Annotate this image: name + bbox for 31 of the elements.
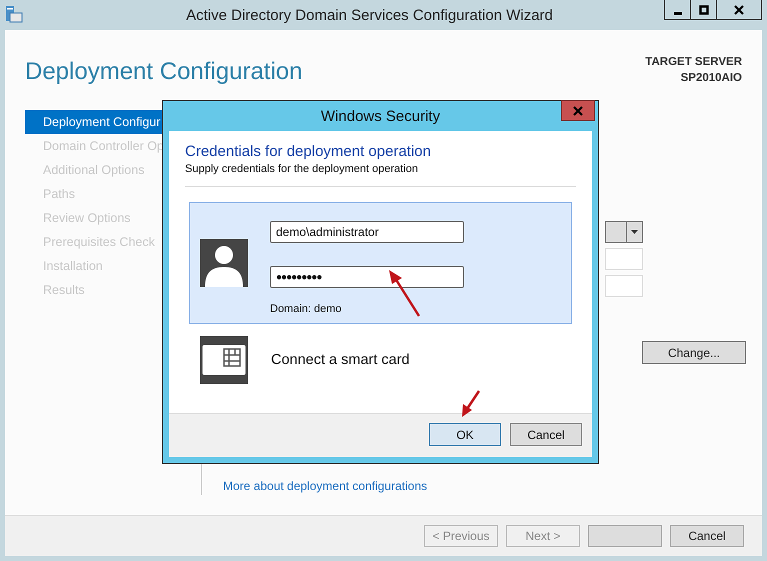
caret-icon (631, 230, 638, 234)
text-field[interactable] (605, 248, 643, 270)
annotation-arrow (459, 389, 483, 419)
dialog-button[interactable]: OK (429, 423, 501, 446)
minimize-icon (674, 12, 682, 14)
dialog-button[interactable]: Cancel (510, 423, 582, 446)
change-button[interactable]: Change... (642, 341, 746, 364)
page-heading: Deployment Configuration (25, 57, 302, 87)
credential-tile[interactable]: demo\administrator ●●●●●●●●● Domain: demo (189, 202, 572, 324)
dropdown[interactable] (605, 221, 643, 243)
smart-card-icon[interactable] (200, 336, 248, 384)
maximize-icon (698, 4, 708, 14)
username-field[interactable]: demo\administrator (270, 221, 464, 243)
close-button[interactable] (716, 0, 762, 20)
dialog-title: Windows Security (320, 108, 440, 124)
window-title: Active Directory Domain Services Configuration Wizard (185, 6, 554, 24)
target-server-label: TARGET SERVER (645, 55, 742, 70)
server-icon (4, 5, 24, 25)
smart-card-option[interactable]: Connect a smart card (271, 352, 410, 368)
domain-label: Domain: demo (270, 303, 343, 315)
target-server-name: SP2010AIO (680, 71, 742, 86)
user-icon (200, 239, 248, 287)
dialog-heading: Credentials for deployment operation (185, 143, 432, 160)
close-icon (573, 106, 583, 116)
footer-button[interactable]: Cancel (670, 525, 744, 547)
text-field[interactable] (605, 275, 643, 297)
help-link[interactable]: More about deployment configurations (223, 479, 428, 493)
dialog-subtitle: Supply credentials for the deployment operation (185, 163, 419, 175)
minimize-button[interactable] (664, 0, 691, 20)
close-icon (734, 4, 744, 14)
password-field[interactable]: ●●●●●●●●● (270, 266, 464, 288)
